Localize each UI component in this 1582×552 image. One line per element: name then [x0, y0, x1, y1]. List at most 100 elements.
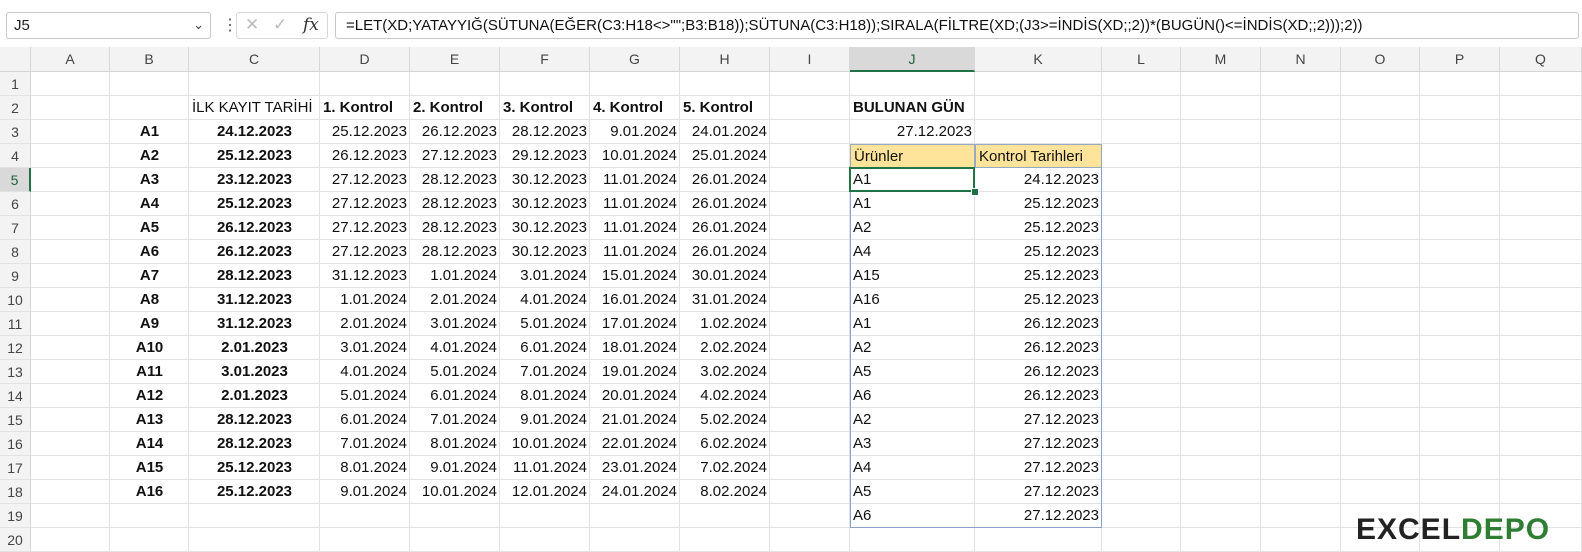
first-record-date-cell[interactable]: 31.12.2023	[189, 312, 320, 336]
column-header-h[interactable]: H	[680, 47, 770, 72]
control-date-cell[interactable]: 22.01.2024	[590, 432, 680, 456]
control-date-cell[interactable]: 6.01.2024	[320, 408, 410, 432]
product-id-cell[interactable]: A3	[110, 168, 189, 192]
row-header-3[interactable]: 3	[0, 120, 31, 144]
product-id-cell[interactable]: A4	[110, 192, 189, 216]
row-header-1[interactable]: 1	[0, 72, 31, 96]
control-date-cell[interactable]: 28.12.2023	[410, 240, 500, 264]
column-header-a[interactable]: A	[31, 47, 110, 72]
control-date-cell[interactable]: 30.12.2023	[500, 216, 590, 240]
control-date-cell[interactable]: 31.01.2024	[680, 288, 770, 312]
first-record-date-cell[interactable]: 25.12.2023	[189, 456, 320, 480]
row-header-14[interactable]: 14	[0, 384, 31, 408]
control-date-cell[interactable]: 16.01.2024	[590, 288, 680, 312]
control-date-cell[interactable]: 26.12.2023	[410, 120, 500, 144]
control-date-cell[interactable]: 6.01.2024	[410, 384, 500, 408]
control-date-cell[interactable]: 8.01.2024	[410, 432, 500, 456]
result-product-cell[interactable]: A16	[850, 288, 975, 312]
cancel-icon[interactable]: ✕	[245, 15, 259, 35]
result-product-cell[interactable]: A2	[850, 408, 975, 432]
row-header-7[interactable]: 7	[0, 216, 31, 240]
result-header-products[interactable]: Ürünler	[850, 144, 975, 168]
first-record-date-cell[interactable]: 28.12.2023	[189, 264, 320, 288]
found-day-label[interactable]: BULUNAN GÜN	[850, 96, 975, 120]
control-date-cell[interactable]: 25.12.2023	[320, 120, 410, 144]
control-date-cell[interactable]: 26.01.2024	[680, 192, 770, 216]
column-title-cell[interactable]: 4. Kontrol	[590, 96, 680, 120]
result-date-cell[interactable]: 27.12.2023	[975, 408, 1102, 432]
product-id-cell[interactable]: A5	[110, 216, 189, 240]
control-date-cell[interactable]: 4.01.2024	[320, 360, 410, 384]
result-date-cell[interactable]: 27.12.2023	[975, 480, 1102, 504]
result-date-cell[interactable]: 25.12.2023	[975, 216, 1102, 240]
result-date-cell[interactable]: 25.12.2023	[975, 264, 1102, 288]
column-title-cell[interactable]: 5. Kontrol	[680, 96, 770, 120]
control-date-cell[interactable]: 1.01.2024	[320, 288, 410, 312]
fill-handle[interactable]	[971, 188, 979, 196]
product-id-cell[interactable]: A8	[110, 288, 189, 312]
control-date-cell[interactable]: 11.01.2024	[590, 240, 680, 264]
insert-function-icon[interactable]: fx	[303, 15, 319, 35]
column-title-cell[interactable]: 3. Kontrol	[500, 96, 590, 120]
control-date-cell[interactable]: 10.01.2024	[590, 144, 680, 168]
control-date-cell[interactable]: 10.01.2024	[500, 432, 590, 456]
row-header-2[interactable]: 2	[0, 96, 31, 120]
row-header-13[interactable]: 13	[0, 360, 31, 384]
result-product-cell[interactable]: A2	[850, 336, 975, 360]
first-record-date-cell[interactable]: 31.12.2023	[189, 288, 320, 312]
control-date-cell[interactable]: 5.01.2024	[410, 360, 500, 384]
control-date-cell[interactable]: 28.12.2023	[410, 168, 500, 192]
found-day-value[interactable]: 27.12.2023	[850, 120, 975, 144]
product-id-cell[interactable]: A2	[110, 144, 189, 168]
control-date-cell[interactable]: 9.01.2024	[410, 456, 500, 480]
control-date-cell[interactable]: 30.01.2024	[680, 264, 770, 288]
control-date-cell[interactable]: 5.02.2024	[680, 408, 770, 432]
chevron-down-icon[interactable]: ⌄	[193, 17, 204, 33]
column-title-cell[interactable]: 1. Kontrol	[320, 96, 410, 120]
row-header-18[interactable]: 18	[0, 480, 31, 504]
control-date-cell[interactable]: 23.01.2024	[590, 456, 680, 480]
product-id-cell[interactable]: A16	[110, 480, 189, 504]
control-date-cell[interactable]: 3.01.2024	[500, 264, 590, 288]
result-date-cell[interactable]: 25.12.2023	[975, 240, 1102, 264]
result-product-cell[interactable]: A4	[850, 240, 975, 264]
row-header-5[interactable]: 5	[0, 168, 31, 192]
row-header-10[interactable]: 10	[0, 288, 31, 312]
row-header-12[interactable]: 12	[0, 336, 31, 360]
control-date-cell[interactable]: 5.01.2024	[500, 312, 590, 336]
control-date-cell[interactable]: 11.01.2024	[590, 192, 680, 216]
control-date-cell[interactable]: 26.01.2024	[680, 240, 770, 264]
column-title-cell[interactable]: İLK KAYIT TARİHİ	[189, 96, 320, 120]
result-date-cell[interactable]: 25.12.2023	[975, 192, 1102, 216]
control-date-cell[interactable]: 27.12.2023	[320, 192, 410, 216]
control-date-cell[interactable]: 5.01.2024	[320, 384, 410, 408]
result-product-cell[interactable]: A5	[850, 360, 975, 384]
first-record-date-cell[interactable]: 24.12.2023	[189, 120, 320, 144]
product-id-cell[interactable]: A13	[110, 408, 189, 432]
result-date-cell[interactable]: 26.12.2023	[975, 360, 1102, 384]
control-date-cell[interactable]: 2.01.2024	[320, 312, 410, 336]
control-date-cell[interactable]: 10.01.2024	[410, 480, 500, 504]
column-header-e[interactable]: E	[410, 47, 500, 72]
product-id-cell[interactable]: A15	[110, 456, 189, 480]
result-product-cell[interactable]: A4	[850, 456, 975, 480]
column-header-k[interactable]: K	[975, 47, 1102, 72]
result-product-cell[interactable]: A1	[850, 192, 975, 216]
product-id-cell[interactable]: A12	[110, 384, 189, 408]
result-product-cell[interactable]: A15	[850, 264, 975, 288]
control-date-cell[interactable]: 3.02.2024	[680, 360, 770, 384]
product-id-cell[interactable]: A6	[110, 240, 189, 264]
column-header-q[interactable]: Q	[1500, 47, 1582, 72]
control-date-cell[interactable]: 11.01.2024	[590, 168, 680, 192]
control-date-cell[interactable]: 27.12.2023	[320, 216, 410, 240]
row-header-6[interactable]: 6	[0, 192, 31, 216]
row-header-19[interactable]: 19	[0, 504, 31, 528]
column-header-n[interactable]: N	[1261, 47, 1341, 72]
control-date-cell[interactable]: 11.01.2024	[500, 456, 590, 480]
row-header-15[interactable]: 15	[0, 408, 31, 432]
control-date-cell[interactable]: 25.01.2024	[680, 144, 770, 168]
column-header-o[interactable]: O	[1341, 47, 1420, 72]
product-id-cell[interactable]: A7	[110, 264, 189, 288]
control-date-cell[interactable]: 15.01.2024	[590, 264, 680, 288]
control-date-cell[interactable]: 9.01.2024	[500, 408, 590, 432]
